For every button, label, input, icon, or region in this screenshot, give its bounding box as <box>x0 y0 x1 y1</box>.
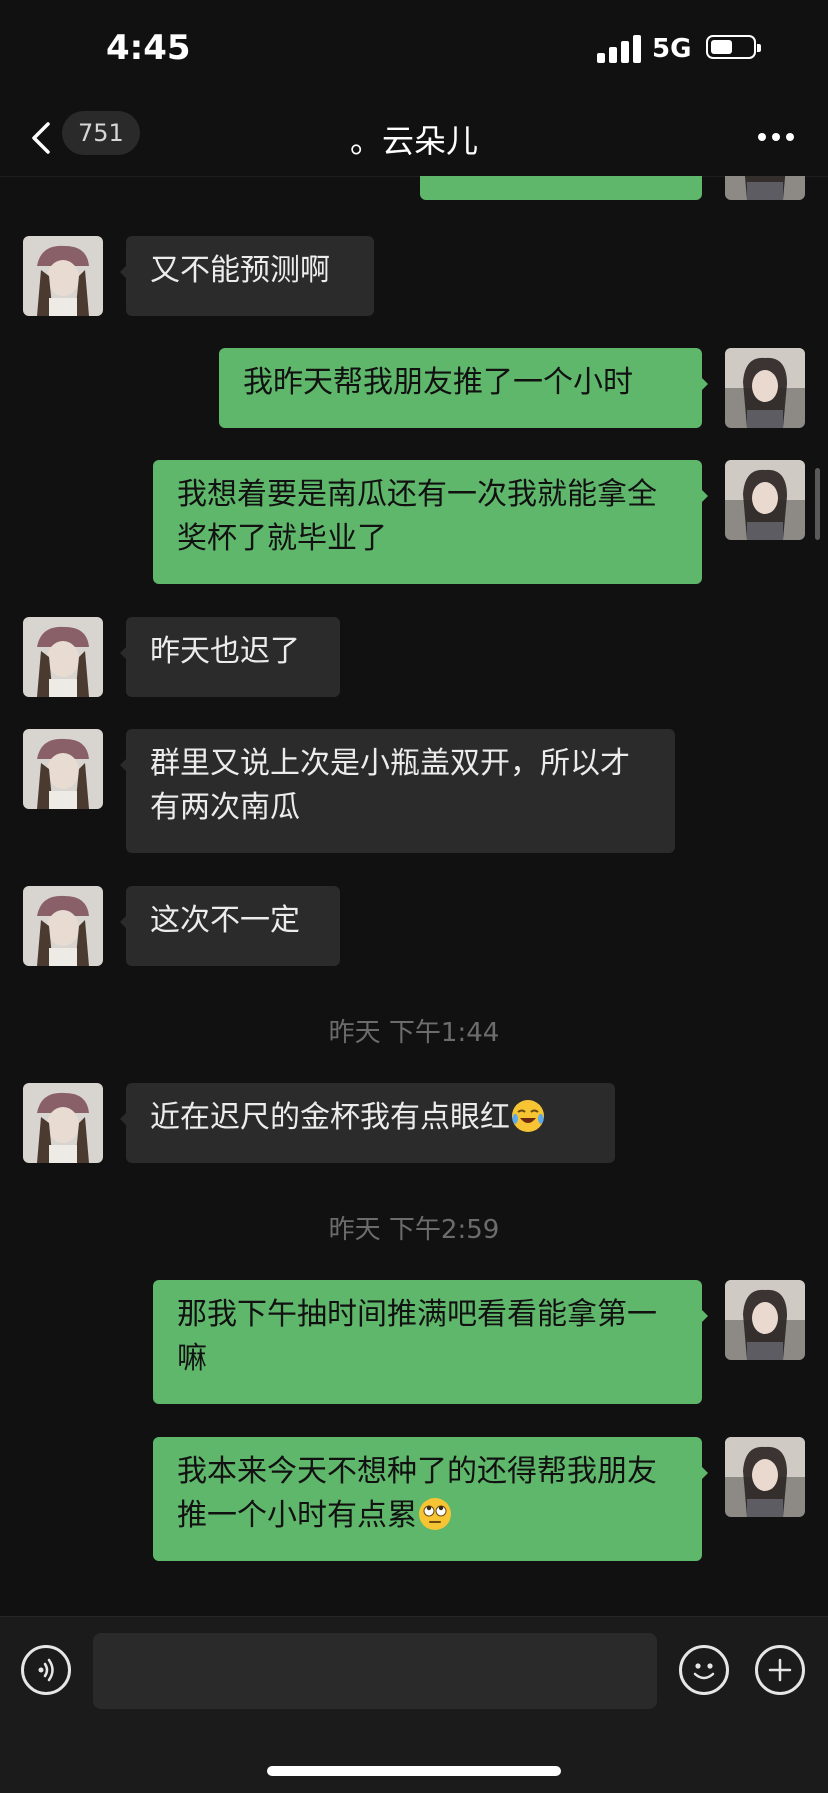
message-bubble[interactable] <box>420 176 702 200</box>
avatar-self[interactable] <box>725 460 805 540</box>
message-text: 昨天也迟了 <box>150 634 300 669</box>
voice-icon[interactable] <box>21 1645 71 1695</box>
message-text: 又不能预测啊 <box>150 253 330 288</box>
plus-icon[interactable] <box>755 1645 805 1695</box>
message-list[interactable]: 又不能预测啊 我昨天帮我朋友推了一个小时 我想着要是南瓜还有一次我就能拿全奖杯了… <box>0 176 828 1616</box>
network-type: 5G <box>652 34 692 64</box>
scrollbar[interactable] <box>815 468 820 540</box>
avatar-self[interactable] <box>725 176 805 200</box>
message-bubble[interactable]: 昨天也迟了 <box>120 617 340 697</box>
avatar-self[interactable] <box>725 1280 805 1360</box>
message-input[interactable] <box>93 1633 657 1709</box>
message-bubble[interactable]: 我本来今天不想种了的还得帮我朋友推一个小时有点累 <box>153 1437 708 1561</box>
avatar-contact[interactable] <box>23 886 103 966</box>
avatar-contact[interactable] <box>23 729 103 809</box>
ellipsis-icon[interactable] <box>756 122 796 152</box>
message-bubble[interactable]: 我想着要是南瓜还有一次我就能拿全奖杯了就毕业了 <box>153 460 708 584</box>
avatar-contact[interactable] <box>23 236 103 316</box>
status-bar: 4:45 5G <box>0 0 828 100</box>
emoji-icon[interactable] <box>679 1645 729 1695</box>
message-bubble[interactable]: 群里又说上次是小瓶盖双开，所以才有两次南瓜 <box>120 729 675 853</box>
cellular-signal-icon <box>597 33 641 63</box>
battery-icon <box>706 35 761 59</box>
avatar-contact[interactable] <box>23 1083 103 1163</box>
message-bubble[interactable]: 我昨天帮我朋友推了一个小时 <box>219 348 708 428</box>
avatar-self[interactable] <box>725 1437 805 1517</box>
home-indicator[interactable] <box>267 1766 561 1776</box>
message-bubble[interactable]: 这次不一定 <box>120 886 340 966</box>
chat-header: 751 。云朵儿 <box>0 100 828 177</box>
avatar-self[interactable] <box>725 348 805 428</box>
chat-title: 。云朵儿 <box>349 122 478 160</box>
status-time: 4:45 <box>106 28 191 68</box>
rolling-eyes-face-icon <box>417 1496 453 1532</box>
message-text: 群里又说上次是小瓶盖双开，所以才有两次南瓜 <box>150 746 630 825</box>
avatar-contact[interactable] <box>23 617 103 697</box>
face-with-tears-icon <box>510 1098 546 1134</box>
message-text: 我想着要是南瓜还有一次我就能拿全奖杯了就毕业了 <box>177 477 657 556</box>
message-text: 近在迟尺的金杯我有点眼红 <box>150 1100 510 1135</box>
message-bubble[interactable]: 近在迟尺的金杯我有点眼红 <box>120 1083 615 1163</box>
message-bubble[interactable]: 那我下午抽时间推满吧看看能拿第一嘛 <box>153 1280 708 1404</box>
timestamp: 昨天 下午2:59 <box>328 1215 500 1245</box>
message-text: 那我下午抽时间推满吧看看能拿第一嘛 <box>177 1297 657 1376</box>
message-bubble[interactable]: 又不能预测啊 <box>120 236 374 316</box>
timestamp: 昨天 下午1:44 <box>328 1018 500 1048</box>
message-text: 这次不一定 <box>150 903 300 938</box>
message-text: 我昨天帮我朋友推了一个小时 <box>243 365 633 400</box>
